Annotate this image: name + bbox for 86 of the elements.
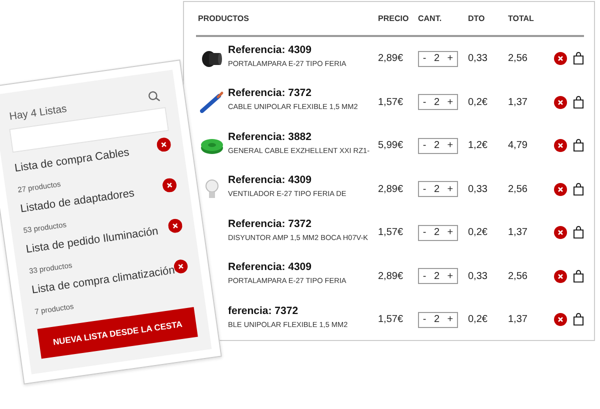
column-header: PRODUCTOS <box>197 14 250 23</box>
quantity-value: 2 <box>434 227 440 238</box>
decrement-button[interactable]: - <box>422 96 426 108</box>
discount: 0,2€ <box>468 96 488 108</box>
discount: 0,33 <box>468 53 488 64</box>
quantity-stepper[interactable]: - 2 + <box>418 224 458 241</box>
discount: 0,2€ <box>468 227 488 238</box>
decrement-button[interactable]: - <box>422 184 426 195</box>
remove-icon[interactable] <box>554 313 567 326</box>
decrement-button[interactable]: - <box>422 270 426 282</box>
discount: 0,33 <box>468 184 488 195</box>
remove-icon[interactable] <box>554 139 567 152</box>
decrement-button[interactable]: - <box>422 314 426 326</box>
search-icon[interactable] <box>147 90 161 104</box>
column-header: PRECIO <box>378 14 410 23</box>
remove-icon[interactable] <box>554 226 567 240</box>
total: 1,37 <box>508 96 528 108</box>
increment-button[interactable]: + <box>447 53 454 64</box>
quantity-stepper[interactable]: - 2 + <box>418 312 458 328</box>
product-reference: ferencia: 7372 <box>228 304 300 317</box>
shopping-bag-icon[interactable] <box>573 96 584 109</box>
discount: 1,2€ <box>468 140 488 152</box>
decrement-button[interactable]: - <box>422 140 426 152</box>
shopping-bag-icon[interactable] <box>573 182 584 196</box>
column-header: DTO <box>468 14 486 23</box>
quantity-value: 2 <box>434 184 440 195</box>
decrement-button[interactable]: - <box>422 53 426 64</box>
price: 1,57€ <box>378 227 404 238</box>
delete-icon[interactable] <box>156 136 172 153</box>
price: 2,89€ <box>378 184 404 195</box>
shopping-bag-icon[interactable] <box>573 226 584 240</box>
remove-icon[interactable] <box>554 182 567 196</box>
quantity-stepper[interactable]: - 2 + <box>418 138 458 154</box>
delete-icon[interactable] <box>162 177 178 194</box>
quantity-stepper[interactable]: - 2 + <box>418 50 458 67</box>
lamp-socket-icon <box>201 50 223 68</box>
increment-button[interactable]: + <box>447 227 454 238</box>
product-reference: Referencia: 7372 <box>228 87 312 100</box>
total: 4,79 <box>508 140 528 152</box>
quantity-value: 2 <box>434 314 440 326</box>
product-reference: Referencia: 3882 <box>228 130 312 143</box>
remove-icon[interactable] <box>554 52 567 66</box>
remove-icon[interactable] <box>554 96 567 109</box>
delete-icon[interactable] <box>173 258 189 274</box>
delete-icon[interactable] <box>167 218 184 234</box>
total: 2,56 <box>508 270 528 282</box>
price: 1,57€ <box>378 314 404 326</box>
decrement-button[interactable]: - <box>422 227 426 238</box>
quantity-value: 2 <box>434 53 440 64</box>
bulb-icon <box>205 178 219 200</box>
increment-button[interactable]: + <box>447 184 454 195</box>
cable-icon <box>200 91 224 114</box>
increment-button[interactable]: + <box>447 140 454 152</box>
quantity-stepper[interactable]: - 2 + <box>418 94 458 110</box>
quantity-value: 2 <box>434 140 440 152</box>
list-name[interactable]: Lista de compra Cables <box>14 146 130 175</box>
column-header: TOTAL <box>508 14 535 23</box>
increment-button[interactable]: + <box>447 314 454 326</box>
price: 2,89€ <box>378 53 404 64</box>
shopping-bag-icon[interactable] <box>573 139 584 152</box>
quantity-stepper[interactable]: - 2 + <box>418 181 458 198</box>
price: 2,89€ <box>378 270 404 282</box>
shopping-bag-icon[interactable] <box>573 52 584 66</box>
total: 1,37 <box>508 314 528 326</box>
product-reference: Referencia: 7372 <box>228 218 312 230</box>
product-reference: Referencia: 4309 <box>228 261 312 274</box>
remove-icon[interactable] <box>554 270 567 283</box>
price: 1,57€ <box>378 96 404 108</box>
total: 1,37 <box>508 227 528 238</box>
price: 5,99€ <box>378 140 404 152</box>
increment-button[interactable]: + <box>447 270 454 282</box>
product-reference: Referencia: 4309 <box>228 44 312 56</box>
shopping-bag-icon[interactable] <box>573 313 584 326</box>
increment-button[interactable]: + <box>447 96 454 108</box>
shopping-bag-icon[interactable] <box>573 270 584 283</box>
lists-count-title: Hay 4 Listas <box>8 102 68 123</box>
cable-reel-icon <box>200 136 224 155</box>
product-reference: Referencia: 4309 <box>228 174 312 186</box>
discount: 0,2€ <box>468 314 488 326</box>
column-header: CANT. <box>418 14 443 23</box>
quantity-value: 2 <box>434 96 440 108</box>
total: 2,56 <box>508 53 528 64</box>
quantity-stepper[interactable]: - 2 + <box>418 268 458 284</box>
total: 2,56 <box>508 184 528 195</box>
discount: 0,33 <box>468 270 488 282</box>
quantity-value: 2 <box>434 270 440 282</box>
